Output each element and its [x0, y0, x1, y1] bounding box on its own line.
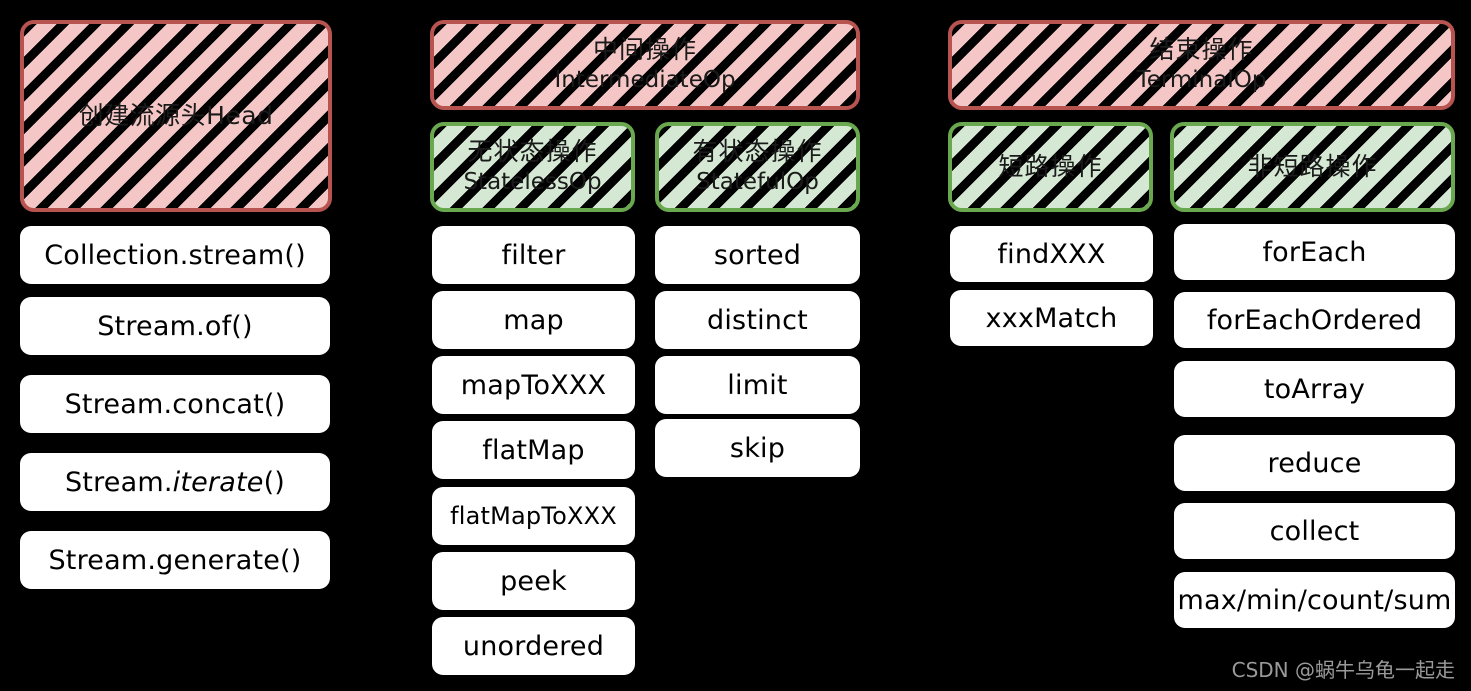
- nonshortcircuit-item-toarray[interactable]: toArray: [1174, 361, 1455, 417]
- chip-label: Collection.stream(): [44, 239, 306, 271]
- stateless-header-title-cn: 无状态操作: [467, 137, 598, 167]
- chip-label: collect: [1269, 515, 1360, 547]
- chip-label: map: [503, 304, 564, 336]
- stateless-item-filter[interactable]: filter: [432, 226, 635, 284]
- chip-label: flatMap: [482, 434, 585, 466]
- nonshortcircuit-item-reduce[interactable]: reduce: [1174, 435, 1455, 491]
- chip-label: forEach: [1262, 236, 1367, 268]
- diagram-canvas: 创建流源头Head Collection.stream() Stream.of(…: [0, 0, 1471, 691]
- intermediate-header-title-en: IntermediateOp: [554, 67, 736, 94]
- chip-label-suffix: (): [263, 466, 286, 498]
- chip-label: Stream.concat(): [64, 388, 286, 420]
- stateful-header-title-cn: 有状态操作: [692, 137, 823, 167]
- stateless-header-box: 无状态操作 StatelessOp: [430, 112, 643, 212]
- chip-label: Stream.generate(): [48, 544, 302, 576]
- source-item-stream-iterate[interactable]: Stream. iterate(): [20, 453, 330, 511]
- terminal-header-title-cn: 结束操作: [1149, 35, 1254, 65]
- stateful-header-title-en: StatefulOp: [696, 169, 819, 196]
- chip-label: distinct: [707, 304, 808, 336]
- stateful-header-box: 有状态操作 StatefulOp: [655, 112, 868, 212]
- stateless-item-flatmaptoxxx[interactable]: flatMapToXXX: [432, 487, 635, 545]
- stateless-header-title-en: StatelessOp: [463, 169, 602, 196]
- chip-label: limit: [727, 369, 788, 401]
- chip-label: flatMapToXXX: [450, 502, 617, 530]
- chip-label: reduce: [1267, 447, 1362, 479]
- source-header-title: 创建流源头Head: [78, 100, 274, 130]
- chip-label: xxxMatch: [985, 302, 1118, 334]
- chip-label: forEachOrdered: [1206, 304, 1423, 336]
- nonshortcircuit-header-title-cn: 非短路操作: [1247, 151, 1378, 181]
- intermediate-header-box: 中间操作 IntermediateOp: [430, 10, 868, 110]
- chip-label: Stream.of(): [97, 310, 253, 342]
- nonshortcircuit-header-box: 非短路操作: [1170, 112, 1463, 212]
- chip-label: max/min/count/sum: [1177, 584, 1452, 616]
- terminal-header-box: 结束操作 TerminalOp: [948, 10, 1463, 110]
- nonshortcircuit-item-aggregates[interactable]: max/min/count/sum: [1174, 572, 1455, 628]
- stateless-item-unordered[interactable]: unordered: [432, 617, 635, 675]
- shortcircuit-header-title-cn: 短路操作: [998, 151, 1103, 181]
- nonshortcircuit-item-collect[interactable]: collect: [1174, 503, 1455, 559]
- intermediate-header-title-cn: 中间操作: [592, 35, 697, 65]
- chip-label: findXXX: [997, 238, 1106, 270]
- terminal-header-title-en: TerminalOp: [1136, 67, 1267, 94]
- chip-label: sorted: [713, 239, 802, 271]
- shortcircuit-header-box: 短路操作: [948, 112, 1161, 212]
- source-item-stream-concat[interactable]: Stream.concat(): [20, 375, 330, 433]
- source-item-collection-stream[interactable]: Collection.stream(): [20, 226, 330, 284]
- source-header-box: 创建流源头Head: [20, 10, 340, 212]
- chip-label: skip: [729, 432, 786, 464]
- stateless-item-map[interactable]: map: [432, 291, 635, 349]
- chip-label: filter: [501, 239, 566, 271]
- chip-label: unordered: [462, 630, 605, 662]
- source-item-stream-of[interactable]: Stream.of(): [20, 297, 330, 355]
- nonshortcircuit-item-foreach[interactable]: forEach: [1174, 224, 1455, 280]
- watermark: CSDN @蜗牛乌龟一起走: [1231, 658, 1455, 682]
- chip-label-italic: iterate: [172, 466, 264, 498]
- shortcircuit-item-xxxmatch[interactable]: xxxMatch: [950, 290, 1153, 346]
- shortcircuit-item-findxxx[interactable]: findXXX: [950, 226, 1153, 282]
- stateful-item-limit[interactable]: limit: [655, 356, 860, 414]
- stateless-item-peek[interactable]: peek: [432, 552, 635, 610]
- source-item-stream-generate[interactable]: Stream.generate(): [20, 531, 330, 589]
- stateful-item-distinct[interactable]: distinct: [655, 291, 860, 349]
- stateless-item-flatmap[interactable]: flatMap: [432, 421, 635, 479]
- chip-label-prefix: Stream.: [64, 466, 173, 498]
- nonshortcircuit-item-foreachordered[interactable]: forEachOrdered: [1174, 292, 1455, 348]
- chip-label: toArray: [1263, 373, 1366, 405]
- chip-label: mapToXXX: [460, 369, 607, 401]
- stateful-item-skip[interactable]: skip: [655, 419, 860, 477]
- stateful-item-sorted[interactable]: sorted: [655, 226, 860, 284]
- chip-label: peek: [500, 565, 567, 597]
- stateless-item-maptoxxx[interactable]: mapToXXX: [432, 356, 635, 414]
